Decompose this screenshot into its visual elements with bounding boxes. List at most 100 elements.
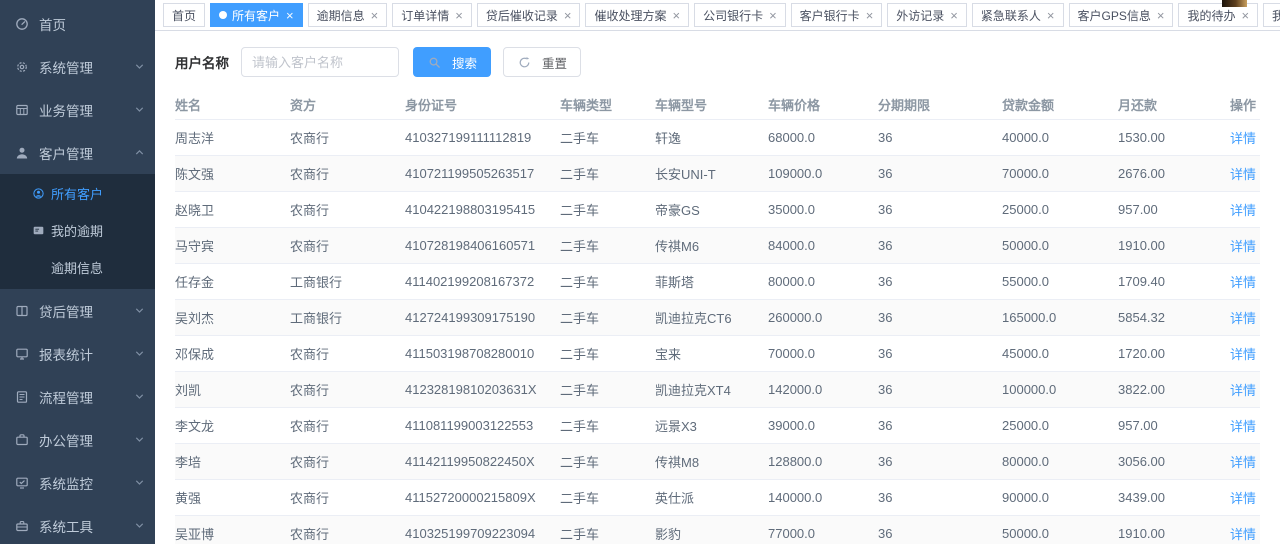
tab-close-icon[interactable]: ×	[769, 9, 777, 22]
chevron-up-icon	[134, 147, 145, 158]
cell-8: 1709.40	[1118, 264, 1230, 300]
detail-link[interactable]: 详情	[1230, 419, 1256, 434]
detail-link[interactable]: 详情	[1230, 167, 1256, 182]
cell-3: 二手车	[560, 372, 655, 408]
tab-company-bankcard[interactable]: 公司银行卡×	[694, 3, 786, 27]
tab-close-icon[interactable]: ×	[286, 9, 294, 22]
cell-action: 详情	[1230, 516, 1260, 544]
customer-table: 姓名资方身份证号车辆类型车辆型号车辆价格分期期限贷款金额月还款操作 周志洋农商行…	[175, 89, 1260, 544]
tab-bar: 首页所有客户×逾期信息×订单详情×贷后催收记录×催收处理方案×公司银行卡×客户银…	[155, 0, 1280, 31]
sidebar-item-label: 系统监控	[39, 473, 134, 493]
cell-1: 农商行	[290, 156, 405, 192]
cell-6: 36	[878, 372, 1002, 408]
sidebar-subitem-overdue-info[interactable]: 逾期信息	[0, 249, 155, 286]
tools-icon	[14, 518, 30, 534]
tab-close-icon[interactable]: ×	[564, 9, 572, 22]
tab-overdue-info[interactable]: 逾期信息×	[308, 3, 388, 27]
column-header-5: 车辆价格	[768, 89, 878, 120]
cell-5: 109000.0	[768, 156, 878, 192]
detail-link[interactable]: 详情	[1230, 311, 1256, 326]
cell-5: 35000.0	[768, 192, 878, 228]
sidebar-item-office-mgmt[interactable]: 办公管理	[0, 418, 155, 461]
cell-3: 二手车	[560, 480, 655, 516]
customer-name-input[interactable]	[241, 47, 399, 77]
search-button[interactable]: 搜索	[413, 47, 491, 77]
table-row: 吴亚博农商行410325199709223094二手车影豹77000.03650…	[175, 516, 1260, 544]
detail-link[interactable]: 详情	[1230, 275, 1256, 290]
detail-link[interactable]: 详情	[1230, 131, 1256, 146]
cell-8: 3056.00	[1118, 444, 1230, 480]
tab-close-icon[interactable]: ×	[950, 9, 958, 22]
tab-close-icon[interactable]: ×	[1241, 9, 1249, 22]
tab-emergency-contacts[interactable]: 紧急联系人×	[972, 3, 1064, 27]
detail-link[interactable]: 详情	[1230, 455, 1256, 470]
reset-button-label: 重置	[542, 53, 567, 72]
cell-0: 吴刘杰	[175, 300, 290, 336]
tab-close-icon[interactable]: ×	[1047, 9, 1055, 22]
tab-label: 催收处理方案	[594, 7, 666, 24]
reset-button[interactable]: 重置	[503, 47, 581, 77]
cell-action: 详情	[1230, 264, 1260, 300]
cell-7: 80000.0	[1002, 444, 1118, 480]
cell-1: 农商行	[290, 480, 405, 516]
sidebar-item-process-mgmt[interactable]: 流程管理	[0, 375, 155, 418]
tab-customer-bankcard[interactable]: 客户银行卡×	[791, 3, 883, 27]
sidebar-item-report-stats[interactable]: 报表统计	[0, 332, 155, 375]
detail-link[interactable]: 详情	[1230, 527, 1256, 542]
tab-label: 首页	[172, 7, 196, 24]
sidebar-item-postloan-mgmt[interactable]: 贷后管理	[0, 289, 155, 332]
tab-close-icon[interactable]: ×	[1157, 9, 1165, 22]
main-area: 首页所有客户×逾期信息×订单详情×贷后催收记录×催收处理方案×公司银行卡×客户银…	[155, 0, 1280, 544]
detail-link[interactable]: 详情	[1230, 491, 1256, 506]
cell-6: 36	[878, 300, 1002, 336]
search-field-label: 用户名称	[175, 52, 229, 72]
chevron-down-icon	[134, 305, 145, 316]
tab-close-icon[interactable]: ×	[866, 9, 874, 22]
cell-1: 工商银行	[290, 264, 405, 300]
cell-3: 二手车	[560, 192, 655, 228]
tab-close-icon[interactable]: ×	[672, 9, 680, 22]
tab-close-icon[interactable]: ×	[371, 9, 379, 22]
cell-5: 68000.0	[768, 120, 878, 156]
detail-link[interactable]: 详情	[1230, 347, 1256, 362]
tab-customer-gps[interactable]: 客户GPS信息×	[1069, 3, 1174, 27]
sidebar-item-system-monitor[interactable]: 系统监控	[0, 461, 155, 504]
tab-collect-plans[interactable]: 催收处理方案 ×	[585, 3, 689, 27]
cell-4: 远景X3	[655, 408, 768, 444]
sidebar-item-system-mgmt[interactable]: 系统管理	[0, 45, 155, 88]
cell-8: 957.00	[1118, 192, 1230, 228]
cell-3: 二手车	[560, 336, 655, 372]
cell-7: 90000.0	[1002, 480, 1118, 516]
tab-visit-records[interactable]: 外访记录×	[887, 3, 967, 27]
tab-home[interactable]: 首页	[163, 3, 205, 27]
detail-link[interactable]: 详情	[1230, 383, 1256, 398]
tab-my-process[interactable]: 我的流程×	[1263, 3, 1280, 27]
cell-6: 36	[878, 120, 1002, 156]
cell-1: 工商银行	[290, 300, 405, 336]
cell-6: 36	[878, 192, 1002, 228]
sidebar-item-system-tools[interactable]: 系统工具	[0, 504, 155, 544]
cell-7: 25000.0	[1002, 192, 1118, 228]
sidebar-subitem-all-customers[interactable]: 所有客户	[0, 175, 155, 212]
corner-artifact-image	[1222, 0, 1247, 7]
detail-link[interactable]: 详情	[1230, 203, 1256, 218]
sidebar-item-home[interactable]: 首页	[0, 2, 155, 45]
detail-link[interactable]: 详情	[1230, 239, 1256, 254]
columns-icon	[14, 303, 30, 319]
refresh-icon	[517, 55, 531, 69]
column-header-3: 车辆类型	[560, 89, 655, 120]
tab-order-detail[interactable]: 订单详情×	[392, 3, 472, 27]
table-row: 李培农商行41142119950822450X二手车传祺M8128800.036…	[175, 444, 1260, 480]
tab-all-customers[interactable]: 所有客户×	[210, 3, 303, 27]
sidebar-item-business-mgmt[interactable]: 业务管理	[0, 88, 155, 131]
sidebar-item-customer-mgmt[interactable]: 客户管理	[0, 131, 155, 174]
cell-8: 3822.00	[1118, 372, 1230, 408]
cell-6: 36	[878, 480, 1002, 516]
cell-7: 50000.0	[1002, 228, 1118, 264]
tab-postloan-collect-records[interactable]: 贷后催收记录×	[477, 3, 581, 27]
tab-label: 我的待办	[1187, 7, 1235, 24]
cell-5: 128800.0	[768, 444, 878, 480]
sidebar-subitem-my-overdue[interactable]: 我的逾期	[0, 212, 155, 249]
cell-7: 25000.0	[1002, 408, 1118, 444]
tab-close-icon[interactable]: ×	[455, 9, 463, 22]
